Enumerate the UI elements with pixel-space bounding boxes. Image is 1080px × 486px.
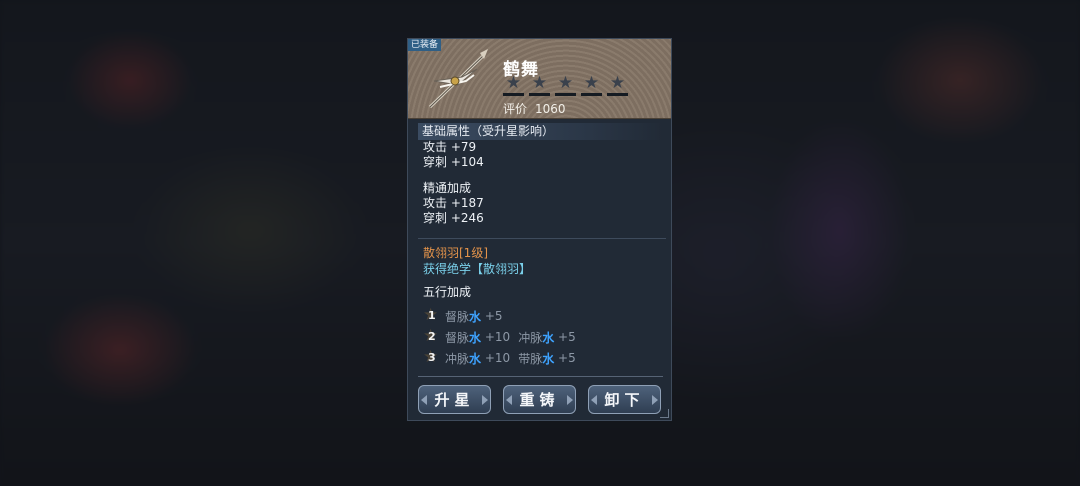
equipment-detail-panel: 已装备 鹤舞 ★ ★ ★ ★ ★ 评价 1060 基础属性（受升星影响） 攻击 +… [407, 38, 672, 421]
bonus: +5 [558, 351, 576, 365]
bonus: +5 [558, 330, 576, 344]
equipped-badge: 已装备 [408, 39, 442, 51]
five-elements-row: ★ 2 督脉水 +10 冲脉水 +5 [423, 326, 576, 346]
base-attr-pierce: 穿刺 +104 [423, 155, 484, 169]
five-elements-header: 五行加成 [423, 285, 472, 299]
upgrade-star-button[interactable]: 升星 [418, 385, 491, 414]
star-icon: ★ 2 [423, 326, 439, 346]
skill-name: 散翎羽[1级] [423, 246, 488, 260]
button-rail-divider [418, 376, 663, 377]
five-elements-row: ★ 3 冲脉水 +10 带脉水 +5 [423, 347, 576, 367]
meridian: 冲脉 [445, 351, 470, 366]
weapon-icon [422, 47, 492, 113]
mastery-pierce: 穿刺 +246 [423, 211, 484, 225]
star-icon: ★ 1 [423, 305, 439, 325]
element-water: 水 [469, 309, 482, 324]
bonus: +5 [484, 309, 503, 323]
mastery-attack: 攻击 +187 [423, 196, 484, 210]
skill-gain: 获得绝学【散翎羽】 [423, 262, 532, 276]
meridian: 带脉 [518, 351, 543, 366]
element-water: 水 [469, 330, 482, 345]
reforge-button[interactable]: 重铸 [503, 385, 576, 414]
divider [418, 238, 666, 239]
meridian: 督脉 [445, 330, 470, 345]
bonus: +10 [484, 351, 511, 365]
star-icon: ★ [607, 75, 628, 96]
star-icon: ★ 3 [423, 347, 439, 367]
item-header: 已装备 鹤舞 ★ ★ ★ ★ ★ 评价 1060 [408, 39, 671, 119]
five-elements-row: ★ 1 督脉水 +5 [423, 305, 503, 325]
rating: 评价 1060 [503, 100, 566, 117]
star-icon: ★ [503, 75, 524, 96]
corner-ornament [660, 409, 669, 418]
bonus: +10 [484, 330, 511, 344]
star-icon: ★ [581, 75, 602, 96]
element-water: 水 [542, 330, 555, 345]
meridian: 督脉 [445, 309, 470, 324]
unequip-button[interactable]: 卸下 [588, 385, 661, 414]
base-attr-attack: 攻击 +79 [423, 140, 477, 154]
base-attributes-header: 基础属性（受升星影响） [418, 123, 663, 140]
mastery-header: 精通加成 [423, 181, 472, 195]
rating-value: 1060 [535, 102, 566, 116]
star-icon: ★ [529, 75, 550, 96]
element-water: 水 [469, 351, 482, 366]
element-water: 水 [542, 351, 555, 366]
meridian: 冲脉 [518, 330, 543, 345]
rating-label: 评价 [503, 102, 528, 116]
star-rating: ★ ★ ★ ★ ★ [503, 75, 628, 96]
star-icon: ★ [555, 75, 576, 96]
